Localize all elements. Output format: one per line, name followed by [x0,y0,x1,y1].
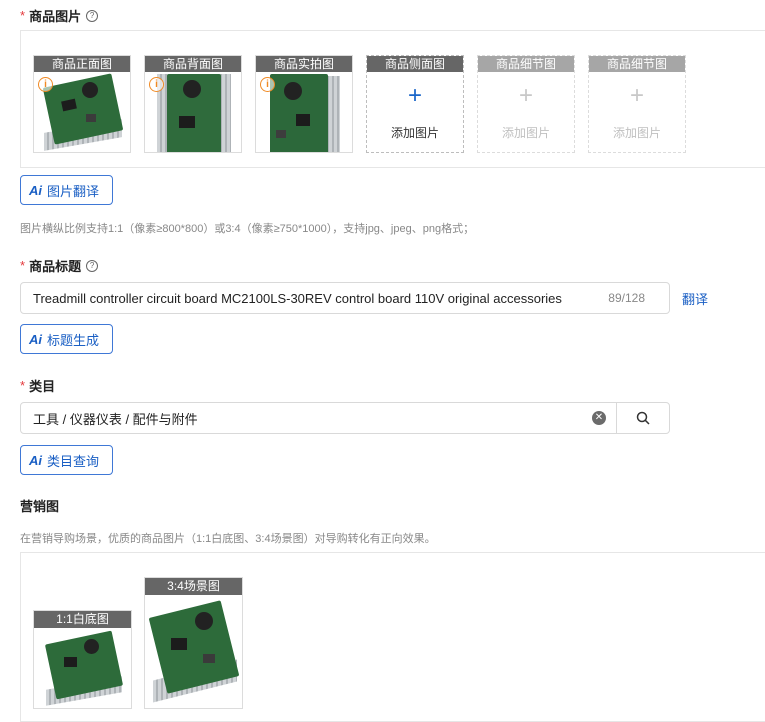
required-star: * [20,8,26,23]
ai-icon: Ai [29,452,42,468]
category-query-button[interactable]: Ai 类目查询 [20,445,113,475]
title-label-text: 商品标题 [29,259,82,274]
category-label: * 类目 [20,376,55,395]
image-slot-detail-2[interactable]: 商品细节图 + 添加图片 [588,55,686,153]
help-icon[interactable]: ? [86,9,99,22]
marketing-label-text: 营销图 [20,499,60,514]
category-label-text: 类目 [29,379,56,394]
clear-icon[interactable]: ✕ [592,411,606,425]
title-input-value: Treadmill controller circuit board MC210… [33,290,562,306]
image-translate-label: 图片翻译 [47,183,100,199]
plus-icon: + [518,82,533,109]
plus-icon: + [629,82,644,109]
title-generate-button[interactable]: Ai 标题生成 [20,324,113,354]
slot-caption: 商品背面图 [145,56,241,72]
marketing-slot-scene[interactable]: 3:4场景图 [144,577,243,709]
warning-icon[interactable]: i [38,77,53,92]
image-format-hint: 图片横纵比例支持1:1（像素≥800*800）或3:4（像素≥750*1000）… [20,223,475,235]
image-translate-button[interactable]: Ai 图片翻译 [20,175,113,205]
slot-caption: 3:4场景图 [145,578,242,595]
marketing-slot-white-bg[interactable]: 1:1白底图 [33,610,132,709]
search-button[interactable] [616,403,669,433]
slot-caption: 商品正面图 [34,56,130,72]
image-slot-side[interactable]: 商品侧面图 + 添加图片 [366,55,464,153]
product-images-label: * 商品图片 ? [20,6,99,25]
ai-icon: Ai [29,182,42,198]
add-image-label: 添加图片 [501,126,550,140]
product-images-label-text: 商品图片 [29,9,82,24]
category-select[interactable]: 工具 / 仪器仪表 / 配件与附件 ✕ [20,402,670,434]
marketing-label: 营销图 [20,496,59,515]
add-image-label: 添加图片 [612,126,661,140]
required-star: * [20,378,26,393]
title-char-counter: 89/128 [608,291,645,305]
slot-caption: 1:1白底图 [34,611,131,628]
marketing-hint: 在营销导购场景，优质的商品图片（1:1白底图、3:4场景图）对导购转化有正向效果… [20,533,436,545]
image-slot-front[interactable]: 商品正面图 i [33,55,131,153]
ai-icon: Ai [29,331,42,347]
image-slot-real[interactable]: 商品实拍图 i [255,55,353,153]
slot-caption: 商品细节图 [478,56,574,72]
add-image-label: 添加图片 [390,126,439,140]
title-generate-label: 标题生成 [47,332,100,348]
warning-icon[interactable]: i [149,77,164,92]
plus-icon: + [407,82,422,109]
title-label: * 商品标题 ? [20,256,99,275]
warning-icon[interactable]: i [260,77,275,92]
image-slot-back[interactable]: 商品背面图 i [144,55,242,153]
translate-link[interactable]: 翻译 [682,289,708,308]
slot-caption: 商品细节图 [589,56,685,72]
image-slot-detail-1[interactable]: 商品细节图 + 添加图片 [477,55,575,153]
search-icon [636,411,650,425]
slot-caption: 商品实拍图 [256,56,352,72]
category-query-label: 类目查询 [47,453,100,469]
help-icon[interactable]: ? [86,259,99,272]
category-value: 工具 / 仪器仪表 / 配件与附件 [33,411,198,427]
required-star: * [20,258,26,273]
slot-caption: 商品侧面图 [367,56,463,72]
title-input[interactable]: Treadmill controller circuit board MC210… [20,282,670,314]
